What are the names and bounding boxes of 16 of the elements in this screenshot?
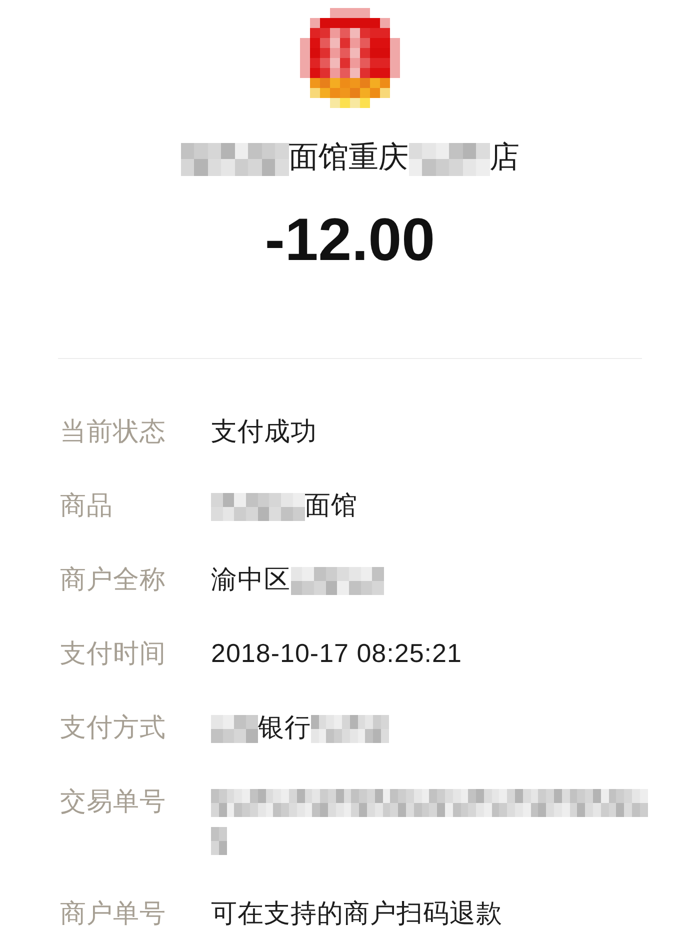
field-value: 2018-10-17 08:25:21 — [211, 637, 462, 670]
field-value: 可在支持的商户扫码退款 — [211, 897, 502, 930]
merchant-name-text: 店 — [490, 140, 520, 176]
field-label: 当前状态 — [60, 415, 166, 448]
field-label: 商户全称 — [60, 563, 166, 596]
field-value: 支付成功 — [211, 415, 317, 448]
field-value: 面馆 — [304, 489, 358, 522]
field-value: 渝中区 — [211, 563, 290, 596]
field-label: 交易单号 — [60, 785, 166, 818]
amount-text: -12.00 — [264, 205, 436, 275]
field-label: 商品 — [60, 489, 113, 522]
field-label: 商户单号 — [60, 897, 166, 930]
field-label: 支付时间 — [60, 637, 166, 670]
merchant-name-text: 面馆重庆 — [288, 140, 408, 176]
field-value: 银行 — [258, 711, 311, 744]
field-label: 支付方式 — [60, 711, 166, 744]
